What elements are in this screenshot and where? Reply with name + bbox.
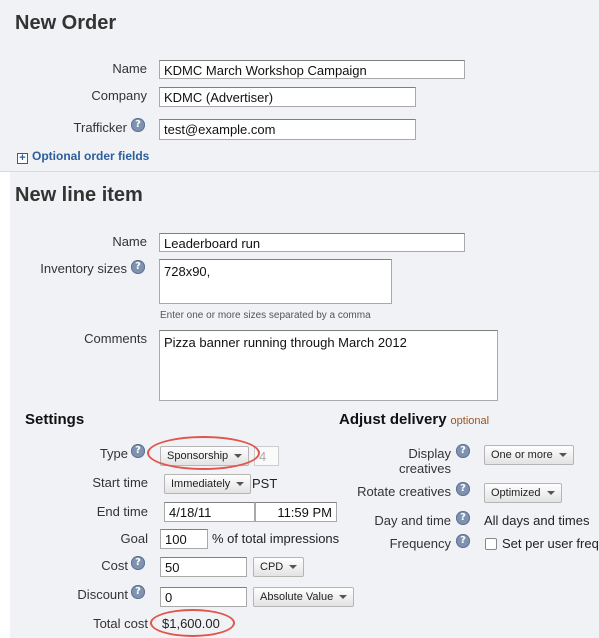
question-mark-icon[interactable]: ? <box>131 118 145 132</box>
end-time-input[interactable]: 11:59 PM <box>255 502 337 522</box>
highlight-ring-type <box>147 436 260 470</box>
plus-box-icon: + <box>17 153 28 164</box>
optional-order-fields-link[interactable]: + Optional order fields <box>17 149 149 164</box>
discount-input[interactable]: 0 <box>160 587 247 607</box>
inventory-sizes-input[interactable]: 728x90, <box>159 259 392 304</box>
optional-note: optional <box>450 415 490 427</box>
discount-label: Discount <box>77 587 128 602</box>
question-mark-icon[interactable]: ? <box>131 585 145 599</box>
frequency-checkbox[interactable] <box>485 538 497 550</box>
frequency-label: Frequency <box>389 536 451 551</box>
question-mark-icon[interactable]: ? <box>131 260 145 274</box>
line-name-label: Name <box>112 234 147 249</box>
caret-down-icon <box>558 453 567 458</box>
order-name-input[interactable]: KDMC March Workshop Campaign <box>159 60 465 79</box>
optional-order-fields-label: Optional order fields <box>32 149 150 163</box>
day-and-time-label: Day and time <box>374 513 451 528</box>
inventory-sizes-label: Inventory sizes <box>40 261 127 276</box>
question-mark-icon[interactable]: ? <box>131 444 145 458</box>
adjust-delivery-heading: Adjust delivery optional <box>339 411 489 428</box>
goal-suffix: % of total impressions <box>212 531 340 546</box>
comments-label: Comments <box>84 331 147 346</box>
cost-label: Cost <box>101 558 128 573</box>
type-label: Type <box>99 446 128 461</box>
question-mark-icon[interactable]: ? <box>456 534 470 548</box>
line-item-title: New line item <box>15 184 143 206</box>
company-input[interactable]: KDMC (Advertiser) <box>159 87 416 107</box>
new-order-panel: New Order Name KDMC March Workshop Campa… <box>0 0 599 172</box>
trafficker-input[interactable]: test@example.com <box>159 119 416 140</box>
comments-input[interactable]: Pizza banner running through March 2012 <box>159 330 498 401</box>
order-name-label: Name <box>112 61 147 76</box>
display-creatives-dropdown[interactable]: One or more <box>484 445 574 465</box>
goal-label: Goal <box>120 531 148 546</box>
line-name-input[interactable]: Leaderboard run <box>159 233 465 252</box>
question-mark-icon[interactable]: ? <box>131 556 145 570</box>
question-mark-icon[interactable]: ? <box>456 482 470 496</box>
rotate-creatives-dropdown[interactable]: Optimized <box>484 483 562 503</box>
caret-down-icon <box>236 482 245 487</box>
start-time-label: Start time <box>92 475 148 490</box>
display-creatives-value: One or more <box>491 449 553 461</box>
start-time-value: Immediately <box>171 478 231 490</box>
start-time-dropdown[interactable]: Immediately <box>164 474 252 494</box>
display-creatives-label: Display creatives <box>350 446 451 476</box>
rotate-creatives-label: Rotate creatives <box>357 484 451 499</box>
display-creatives-label-line2: creatives <box>398 461 451 476</box>
frequency-checkbox-label: Set per user freq <box>502 536 599 551</box>
caret-down-icon <box>339 595 348 600</box>
caret-down-icon <box>289 565 298 570</box>
cost-input[interactable]: 50 <box>160 557 247 577</box>
end-time-label: End time <box>96 504 148 519</box>
cost-type-value: CPD <box>260 561 284 573</box>
rotate-creatives-value: Optimized <box>491 487 541 499</box>
adjust-delivery-title: Adjust delivery <box>339 411 447 428</box>
total-cost-label: Total cost <box>93 616 148 631</box>
caret-down-icon <box>546 491 555 496</box>
end-date-input[interactable]: 4/18/11 <box>164 502 255 522</box>
question-mark-icon[interactable]: ? <box>456 444 470 458</box>
discount-type-value: Absolute Value <box>260 591 334 603</box>
inventory-sizes-hint: Enter one or more sizes separated by a c… <box>160 310 371 321</box>
goal-input[interactable]: 100 <box>160 529 208 549</box>
highlight-ring-total <box>150 609 235 637</box>
settings-heading: Settings <box>25 411 85 428</box>
display-creatives-label-line1: Display <box>408 446 451 461</box>
company-label: Company <box>91 88 147 103</box>
order-title: New Order <box>15 12 117 34</box>
timezone-label: PST <box>252 476 278 491</box>
question-mark-icon[interactable]: ? <box>456 511 470 525</box>
trafficker-label: Trafficker <box>73 120 127 135</box>
day-and-time-value: All days and times <box>484 513 590 528</box>
discount-type-dropdown[interactable]: Absolute Value <box>253 587 355 607</box>
cost-type-dropdown[interactable]: CPD <box>253 557 305 577</box>
